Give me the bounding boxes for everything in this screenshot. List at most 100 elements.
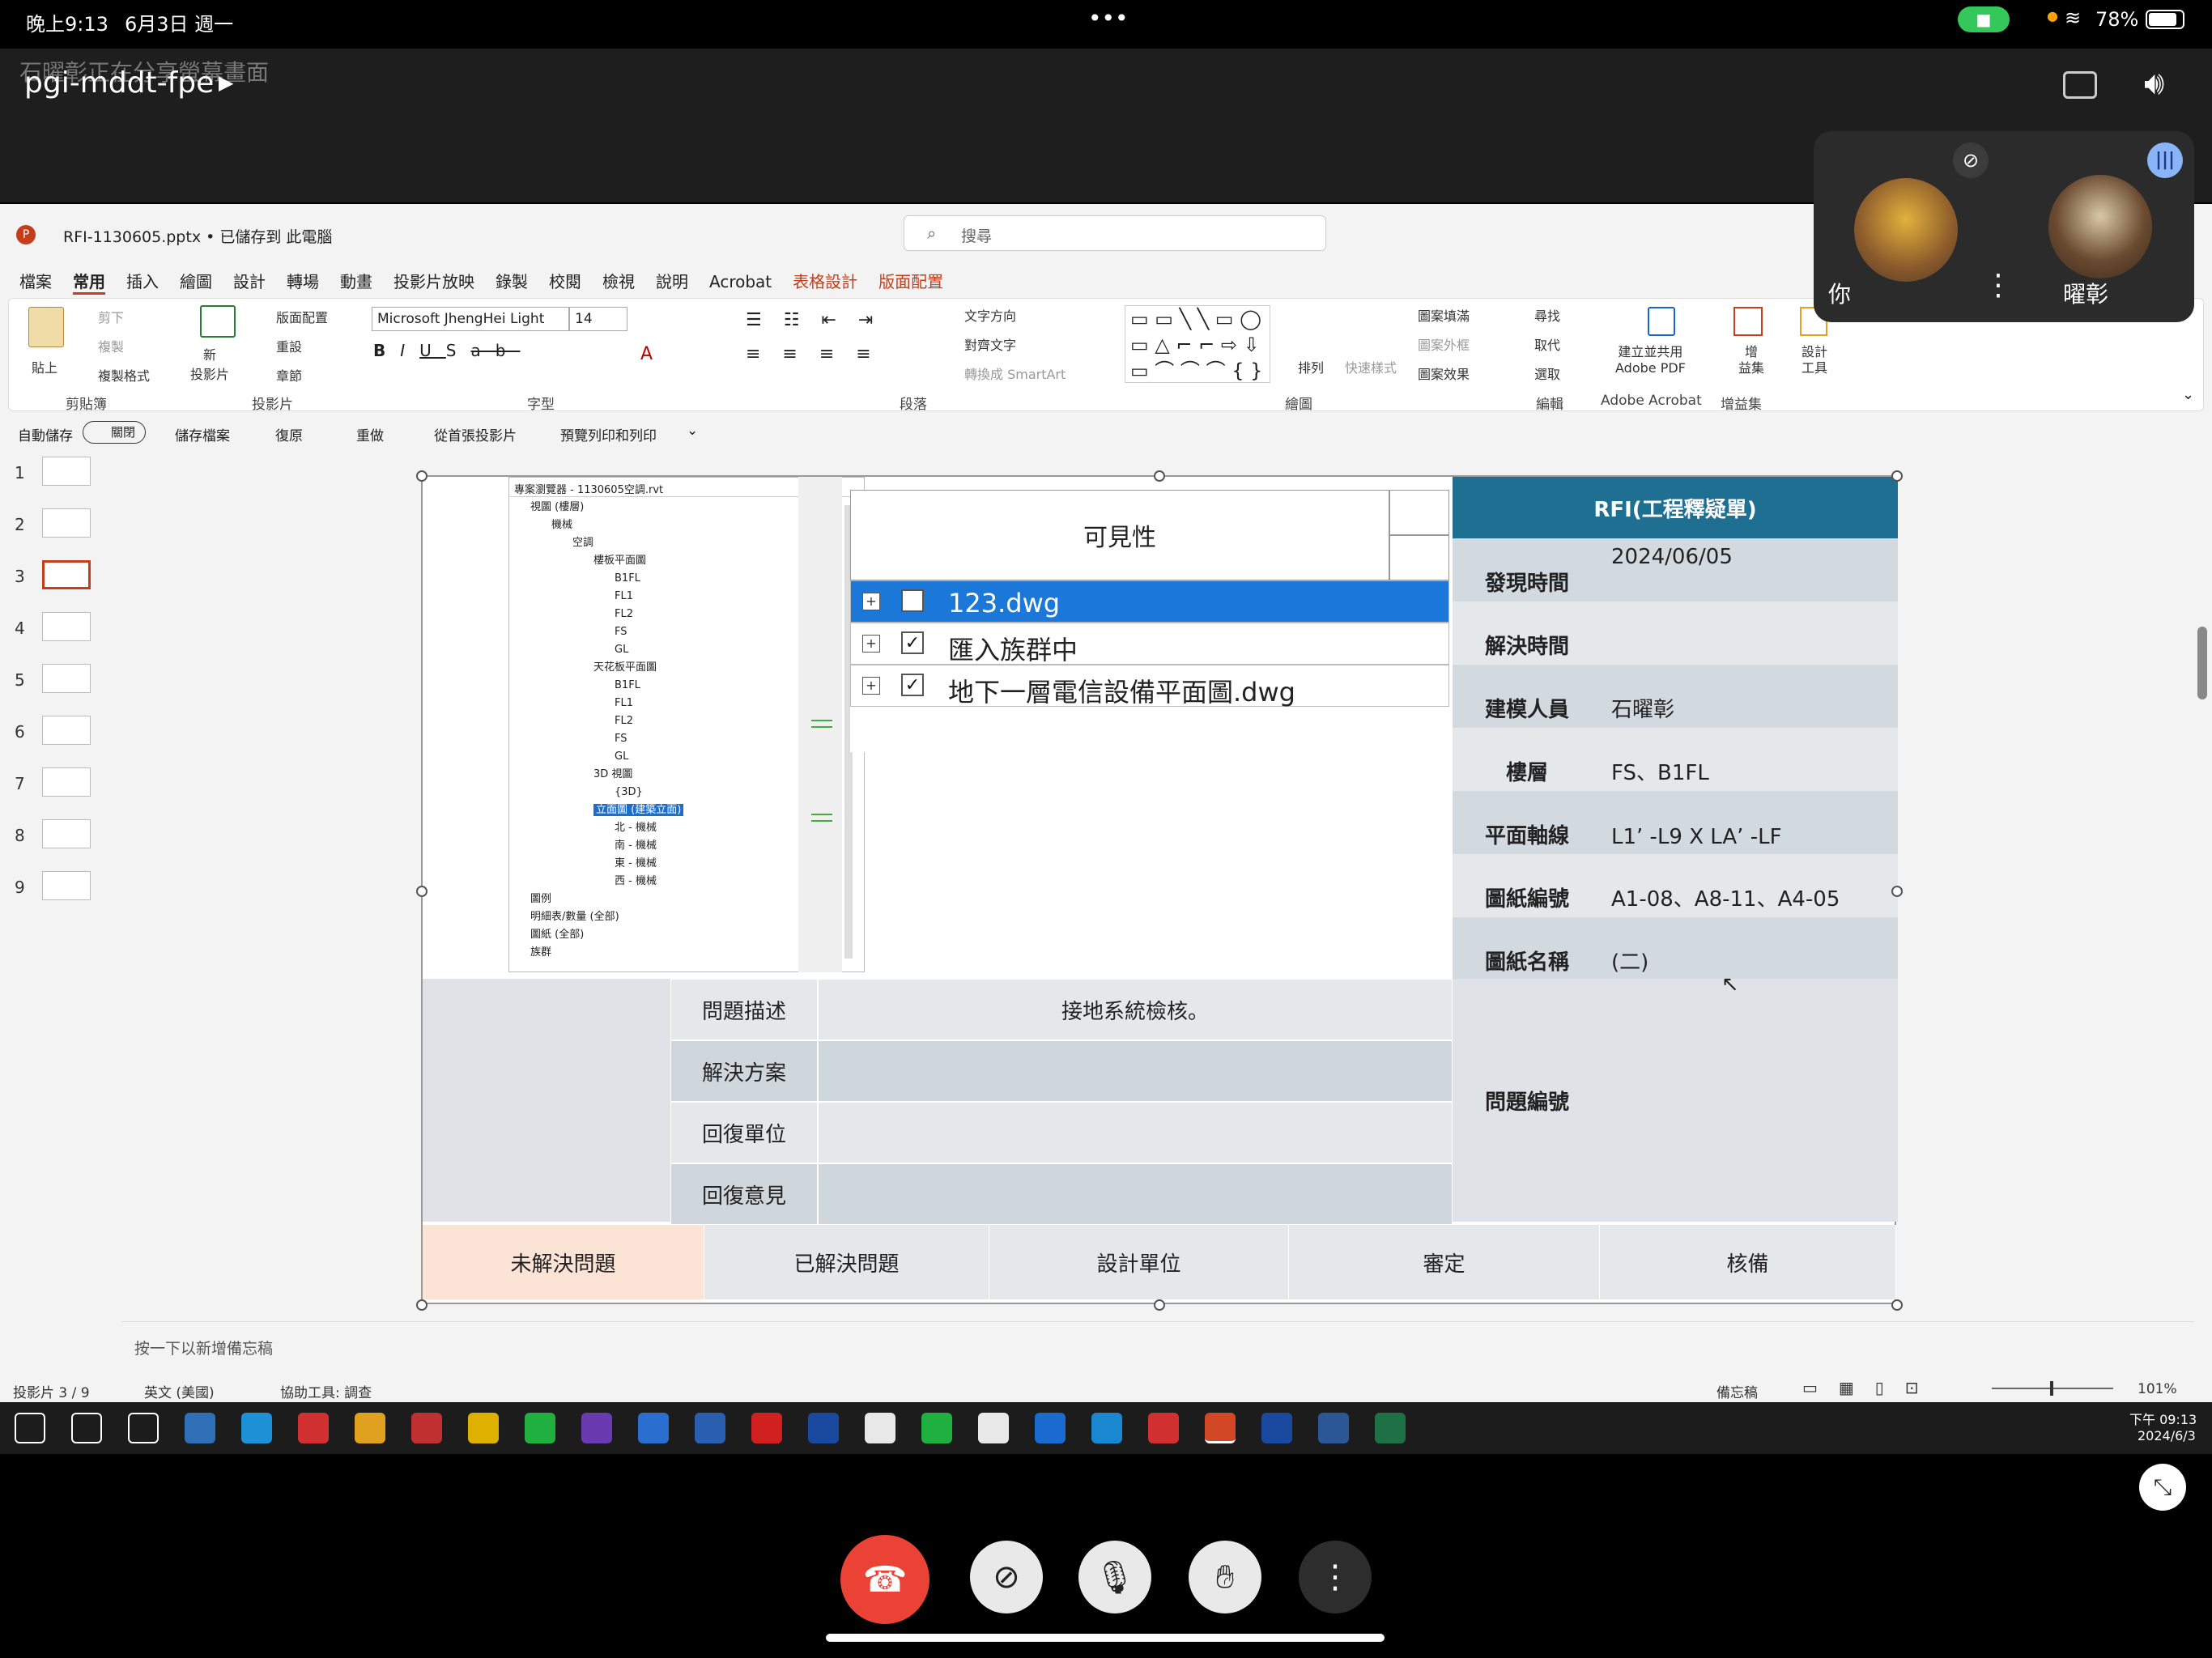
home-indicator[interactable] [826,1634,1385,1642]
slide-thumbnail[interactable] [42,508,91,538]
slide-thumbnail[interactable] [42,767,91,797]
smartart-button[interactable]: 轉換成 SmartArt [964,363,1066,383]
app-icon[interactable] [1091,1413,1122,1443]
ribbon-tab-7[interactable]: 投影片放映 [393,269,474,292]
word-icon[interactable] [1318,1413,1349,1443]
expand-icon[interactable]: + [862,677,880,695]
customize-qat-icon[interactable]: ⌄ [687,423,698,439]
font-color-icon[interactable]: A [640,344,653,364]
line-icon[interactable] [525,1413,555,1443]
addins-icon[interactable] [1733,307,1763,336]
raise-hand-button[interactable]: ✋︎ [1189,1541,1261,1613]
print-preview-button[interactable]: 預覽列印和列印 [560,424,657,444]
expand-icon[interactable]: + [862,593,880,610]
ribbon-tab-11[interactable]: 說明 [656,269,688,292]
acrobat-reader-icon[interactable] [978,1413,1009,1443]
align-text-button[interactable]: 對齊文字 [964,334,1016,354]
resize-handle[interactable] [1891,1299,1903,1311]
more-dots-icon[interactable]: ••• [1088,5,1129,32]
find-button[interactable]: 尋找 [1534,305,1560,325]
ribbon-tab-8[interactable]: 錄製 [496,269,528,292]
addins-button[interactable]: 增 益集 [1738,344,1764,376]
ribbon-tab-1[interactable]: 常用 [73,269,105,295]
windows-start-icon[interactable] [15,1413,45,1443]
excel-icon[interactable] [1375,1413,1406,1443]
new-slide-icon[interactable] [200,305,236,338]
visibility-checkbox[interactable]: ✓ [901,674,924,696]
collapse-ribbon-icon[interactable]: ⌄ [2182,386,2194,403]
ribbon-tab-12[interactable]: Acrobat [709,272,772,291]
replace-button[interactable]: 取代 [1534,334,1560,354]
chrome-alt-icon[interactable] [411,1413,442,1443]
paragraph-list-icons[interactable]: ☰ ☷ ⇤ ⇥ [746,310,881,330]
video-editor-icon[interactable] [581,1413,612,1443]
ribbon-tab-6[interactable]: 動畫 [340,269,372,292]
resize-handle[interactable] [416,1299,428,1311]
wechat-icon[interactable] [921,1413,952,1443]
slide-thumbnail[interactable] [42,716,91,745]
network-icon[interactable] [638,1413,669,1443]
redo-button[interactable]: 重做 [356,424,384,444]
ribbon-tab-3[interactable]: 繪圖 [180,269,212,292]
powerpoint-icon[interactable] [1205,1413,1236,1443]
resize-handle[interactable] [1891,886,1903,897]
file-title[interactable]: RFI-1130605.pptx • 已儲存到 此電腦 [63,225,332,247]
view-buttons-icons[interactable]: ▭▦▯⊡ [1802,1378,1940,1397]
slide-thumbnail[interactable] [42,612,91,641]
acrobat-icon[interactable] [751,1413,782,1443]
adobe-pdf-button[interactable]: 建立並共用 Adobe PDF [1615,344,1686,376]
paste-icon[interactable] [28,307,64,347]
new-slide-button[interactable]: 新 投影片 [190,344,229,383]
font-format-buttons[interactable]: BIUSab [373,341,520,360]
shape-outline-button[interactable]: 圖案外框 [1418,334,1470,354]
ribbon-tab-10[interactable]: 檢視 [602,269,635,292]
more-options-button[interactable]: ⋮ [1299,1541,1372,1613]
slide-thumbnail[interactable] [42,871,91,900]
select-button[interactable]: 選取 [1534,363,1560,383]
from-start-button[interactable]: 從首張投影片 [434,424,517,444]
zoom-level[interactable]: 101% [2138,1381,2177,1397]
resize-handle[interactable] [416,886,428,897]
end-call-button[interactable]: ☎︎ [840,1535,929,1624]
speaker-icon[interactable]: 🔊︎ [2144,65,2164,102]
meeting-code[interactable]: pgi-mddt-fpe [24,66,214,100]
mic-off-button[interactable]: 🎙︎ [1078,1541,1151,1613]
capcut-icon[interactable] [865,1413,895,1443]
facebook-icon[interactable] [1035,1413,1066,1443]
text-direction-button[interactable]: 文字方向 [964,305,1016,325]
ribbon-tab-4[interactable]: 設計 [233,269,266,292]
search-box[interactable]: ⌕ 搜尋 [904,215,1326,251]
camera-switch-icon[interactable] [2063,71,2097,99]
font-name-select[interactable]: Microsoft JhengHei Light [372,307,569,331]
resize-handle[interactable] [1891,470,1903,482]
accessibility-status[interactable]: 協助工具: 調查 [280,1381,372,1401]
copy-button[interactable]: 複製 [98,336,124,355]
slide-thumbnail[interactable] [42,560,91,589]
visibility-checkbox[interactable]: ✓ [901,631,924,654]
paste-button[interactable]: 貼上 [32,357,57,376]
section-button[interactable]: 章節 [276,365,302,385]
layout-button[interactable]: 版面配置 [276,307,328,326]
slide-canvas[interactable]: 專案瀏覽器 - 1130605空調.rvt 視圖 (樓層) 機械 空調 樓板平面圖 B1… [416,470,1903,1311]
chevron-right-icon[interactable]: ▶ [219,71,233,94]
ribbon-tab-13[interactable]: 表格設計 [793,269,857,292]
notes-pane[interactable]: 按一下以新增備忘稿 [121,1321,2194,1367]
search-icon[interactable] [71,1413,102,1443]
resize-handle[interactable] [1154,1299,1165,1311]
slide-thumbnail[interactable] [42,819,91,848]
visibility-checkbox[interactable] [901,589,924,612]
camera-off-button[interactable]: ⊘ [970,1541,1043,1613]
pdf-editor-icon[interactable] [1148,1413,1179,1443]
visibility-row[interactable]: + ✓ 匯入族群中 [850,623,1449,665]
ribbon-tab-0[interactable]: 檔案 [19,269,52,292]
format-painter-button[interactable]: 複製格式 [98,365,150,385]
zoom-slider[interactable] [1992,1381,2113,1396]
revit-icon[interactable] [695,1413,725,1443]
more-vert-icon[interactable]: ⋮ [1984,269,2013,302]
reset-button[interactable]: 重設 [276,336,302,355]
slide-thumbnail[interactable] [42,457,91,486]
slide-thumbnail[interactable] [42,664,91,693]
arrange-button[interactable]: 排列 [1298,357,1324,376]
edge-icon[interactable] [241,1413,272,1443]
quick-styles-button[interactable]: 快速樣式 [1345,357,1397,376]
